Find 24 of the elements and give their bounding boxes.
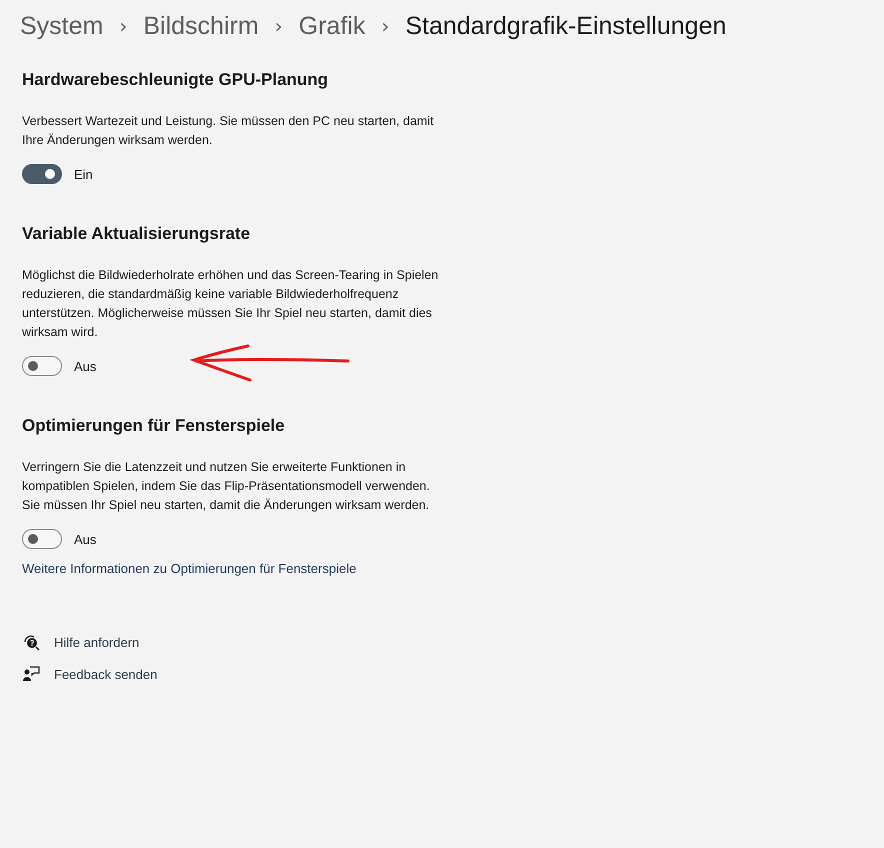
breadcrumb-link[interactable]: Grafik <box>298 12 366 40</box>
toggle-switch[interactable] <box>22 529 62 549</box>
section-title: Hardwarebeschleunigte GPU-Planung <box>22 70 330 90</box>
help-link[interactable]: Hilfe anfordern <box>54 634 140 650</box>
section-title: Variable Aktualisierungsrate <box>22 224 252 244</box>
breadcrumb-link[interactable]: Bildschirm <box>143 12 259 40</box>
help-icon <box>22 633 40 651</box>
toggle-label: Aus <box>74 532 96 546</box>
chevron-icon: › <box>274 14 283 38</box>
feedback-icon <box>22 665 40 683</box>
page-title: Standardgrafik-Einstellungen <box>405 12 726 40</box>
breadcrumb-link[interactable]: System <box>20 12 104 40</box>
help-link[interactable]: Feedback senden <box>54 666 158 682</box>
section-description: Möglichst die Bildwiederholrate erhöhen und das Screen-Tearing in Spielen reduzieren, die standardmäßig keine variable Bildwiederholfrequenz unterstützen. Möglicherweise müssen Sie Ihr Spiel neu starten, damit dies wirksam wird. <box>22 267 440 341</box>
toggle-label: Aus <box>74 358 96 374</box>
section-description: Verringern Sie die Latenzzeit und nutzen Sie erweiterte Funktionen in kompatiblen Spielen, indem Sie das Flip-Präsentationsmodell verwenden. Sie müssen Ihr Spiel neu starten, damit die Änderungen wirksam werden. <box>22 459 431 514</box>
toggle-label: Ein <box>74 166 93 182</box>
section-title: Optimierungen für Fensterspiele <box>22 416 286 436</box>
info-link[interactable]: Weitere Informationen zu Optimierungen für Fensterspiele <box>22 561 356 576</box>
toggle-switch[interactable] <box>22 356 62 376</box>
chevron-icon: › <box>381 14 390 38</box>
section-description: Verbessert Wartezeit und Leistung. Sie müssen den PC neu starten, damit Ihre Änderungen wirksam werden. <box>22 113 435 149</box>
toggle-switch[interactable] <box>22 164 62 184</box>
chevron-icon: › <box>119 14 128 38</box>
